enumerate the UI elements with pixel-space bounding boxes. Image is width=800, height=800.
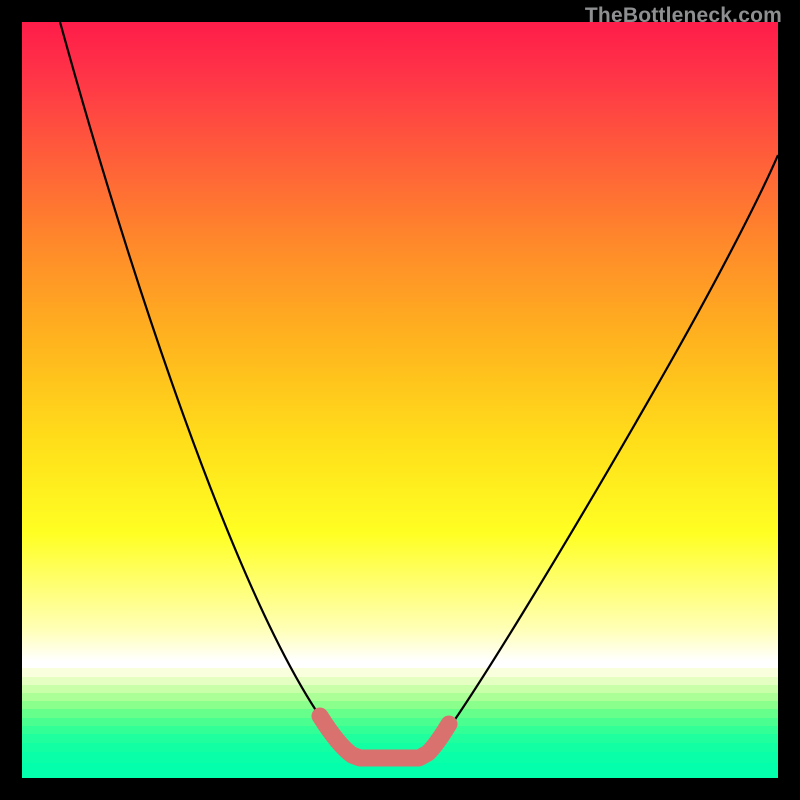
bottleneck-curve: [22, 22, 778, 778]
watermark-text: TheBottleneck.com: [585, 4, 782, 28]
curve-black: [60, 22, 778, 759]
chart-frame: TheBottleneck.com: [0, 0, 800, 800]
plot-area: [22, 22, 778, 778]
curve-optimal-pink: [320, 716, 449, 758]
